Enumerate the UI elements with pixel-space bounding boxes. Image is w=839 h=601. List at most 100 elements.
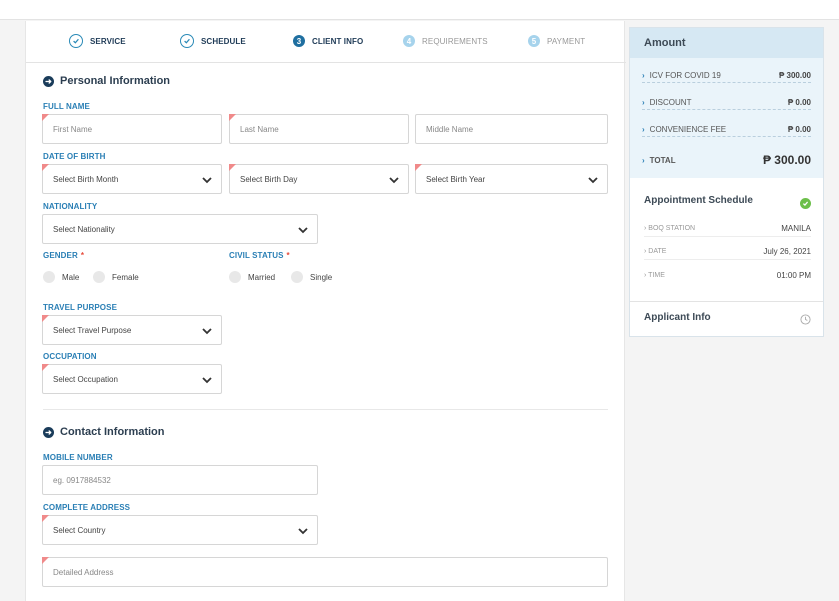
step-label: CLIENT INFO (312, 36, 364, 46)
civil-label-text: CIVIL STATUS (229, 251, 284, 260)
radio-label: Male (62, 272, 80, 282)
panel-divider (630, 301, 823, 302)
chevron-down-icon (202, 377, 212, 384)
birth-year-select[interactable]: Select Birth Year (415, 164, 608, 194)
occupation-label: OCCUPATION (43, 352, 97, 361)
step-label: PAYMENT (547, 36, 586, 46)
gender-male-radio[interactable]: Male (43, 271, 79, 283)
arrow-right-circle-icon: ➜ (43, 426, 54, 438)
gender-label: GENDER * (43, 251, 84, 260)
clock-icon (800, 314, 811, 325)
mobile-number-label: MOBILE NUMBER (43, 453, 113, 462)
chevron-right-icon: › (642, 98, 645, 107)
chevron-right-icon: › (642, 125, 645, 134)
step-number: 3 (293, 35, 305, 47)
step-client-info[interactable]: 3 CLIENT INFO (293, 33, 363, 49)
step-service[interactable]: SERVICE (69, 33, 126, 49)
nationality-select[interactable]: Select Nationality (42, 214, 318, 244)
amount-row: › ICV FOR COVID 19 ₱ 300.00 (642, 69, 811, 83)
middle-name-input[interactable]: Middle Name (415, 114, 608, 144)
radio-label: Female (112, 272, 139, 282)
civil-status-label: CIVIL STATUS * (229, 251, 290, 260)
check-circle-icon (800, 198, 811, 209)
civil-married-radio[interactable]: Married (229, 271, 275, 283)
schedule-row: › BOQ STATION MANILA (644, 221, 811, 237)
appointment-schedule-title: Appointment Schedule (644, 195, 753, 206)
select-value: Select Travel Purpose (53, 325, 132, 335)
amount-value: ₱ 0.00 (787, 98, 811, 107)
step-schedule[interactable]: SCHEDULE (180, 33, 246, 49)
select-value: Select Birth Day (240, 174, 298, 184)
chevron-down-icon (202, 328, 212, 335)
gender-label-text: GENDER (43, 251, 78, 260)
amount-label: ICV FOR COVID 19 (649, 71, 721, 80)
nationality-label: NATIONALITY (43, 202, 98, 211)
chevron-down-icon (389, 177, 399, 184)
select-value: Select Birth Year (426, 174, 486, 184)
amount-value: ₱ 300.00 (778, 71, 811, 80)
section-divider (43, 409, 608, 410)
amount-total-row: › TOTAL ₱ 300.00 (642, 151, 811, 169)
amount-header: Amount (630, 28, 823, 58)
section-title: Contact Information (60, 426, 165, 438)
step-number: 4 (403, 35, 415, 47)
check-circle-icon (69, 34, 83, 48)
schedule-label: › BOQ STATION (644, 225, 696, 232)
client-info-form: SERVICE SCHEDULE 3 CLIENT INFO 4 REQUIRE… (25, 21, 626, 601)
travel-purpose-label: TRAVEL PURPOSE (43, 303, 118, 312)
birth-day-select[interactable]: Select Birth Day (229, 164, 409, 194)
summary-panel: Amount › ICV FOR COVID 19 ₱ 300.00 › DISCO… (629, 27, 824, 337)
occupation-select[interactable]: Select Occupation (42, 364, 222, 394)
chevron-down-icon (202, 177, 212, 184)
select-value: Select Nationality (53, 224, 115, 234)
contact-info-heading: ➜ Contact Information (43, 426, 165, 438)
required-mark: * (286, 251, 290, 260)
amount-row: › DISCOUNT ₱ 0.00 (642, 96, 811, 110)
radio-circle (291, 271, 303, 283)
travel-purpose-select[interactable]: Select Travel Purpose (42, 315, 222, 345)
step-payment[interactable]: 5 PAYMENT (528, 33, 585, 49)
amount-label: DISCOUNT (649, 98, 692, 107)
check-circle-icon (180, 34, 194, 48)
applicant-info-title: Applicant Info (644, 312, 711, 323)
chevron-down-icon (298, 528, 308, 535)
select-value: Select Occupation (53, 374, 118, 384)
gender-female-radio[interactable]: Female (93, 271, 139, 283)
step-label: SERVICE (90, 36, 126, 46)
first-name-input[interactable]: First Name (42, 114, 222, 144)
schedule-value: July 26, 2021 (763, 247, 811, 256)
schedule-row: › TIME 01:00 PM (644, 267, 811, 283)
full-name-label: FULL NAME (43, 102, 90, 111)
radio-circle (43, 271, 55, 283)
progress-steps: SERVICE SCHEDULE 3 CLIENT INFO 4 REQUIRE… (26, 21, 626, 63)
chevron-down-icon (298, 227, 308, 234)
schedule-label: › DATE (644, 248, 667, 255)
amount-total-value: ₱ 300.00 (762, 153, 811, 167)
section-title: Personal Information (60, 75, 171, 87)
radio-circle (229, 271, 241, 283)
step-label: SCHEDULE (201, 36, 246, 46)
amount-row: › CONVENIENCE FEE ₱ 0.00 (642, 123, 811, 137)
mobile-number-input[interactable]: eg. 0917884532 (42, 465, 318, 495)
schedule-label: › TIME (644, 271, 665, 279)
personal-info-heading: ➜ Personal Information (43, 75, 170, 87)
chevron-down-icon (588, 177, 598, 184)
detailed-address-input[interactable]: Detailed Address (42, 557, 608, 587)
chevron-right-icon: › (642, 155, 645, 165)
schedule-value: MANILA (781, 224, 811, 233)
step-requirements[interactable]: 4 REQUIREMENTS (403, 33, 488, 49)
schedule-value: 01:00 PM (776, 270, 811, 280)
amount-label: CONVENIENCE FEE (649, 125, 727, 134)
country-select[interactable]: Select Country (42, 515, 318, 545)
civil-single-radio[interactable]: Single (291, 271, 332, 283)
schedule-row: › DATE July 26, 2021 (644, 244, 811, 260)
chevron-right-icon: › (642, 71, 645, 80)
radio-circle (93, 271, 105, 283)
amount-body: › ICV FOR COVID 19 ₱ 300.00 › DISCOUNT ₱ 0… (630, 58, 823, 178)
arrow-right-circle-icon: ➜ (43, 75, 54, 87)
last-name-input[interactable]: Last Name (229, 114, 409, 144)
address-label: COMPLETE ADDRESS (43, 503, 131, 512)
birth-month-select[interactable]: Select Birth Month (42, 164, 222, 194)
required-mark: * (80, 251, 85, 260)
amount-label: TOTAL (649, 155, 676, 165)
